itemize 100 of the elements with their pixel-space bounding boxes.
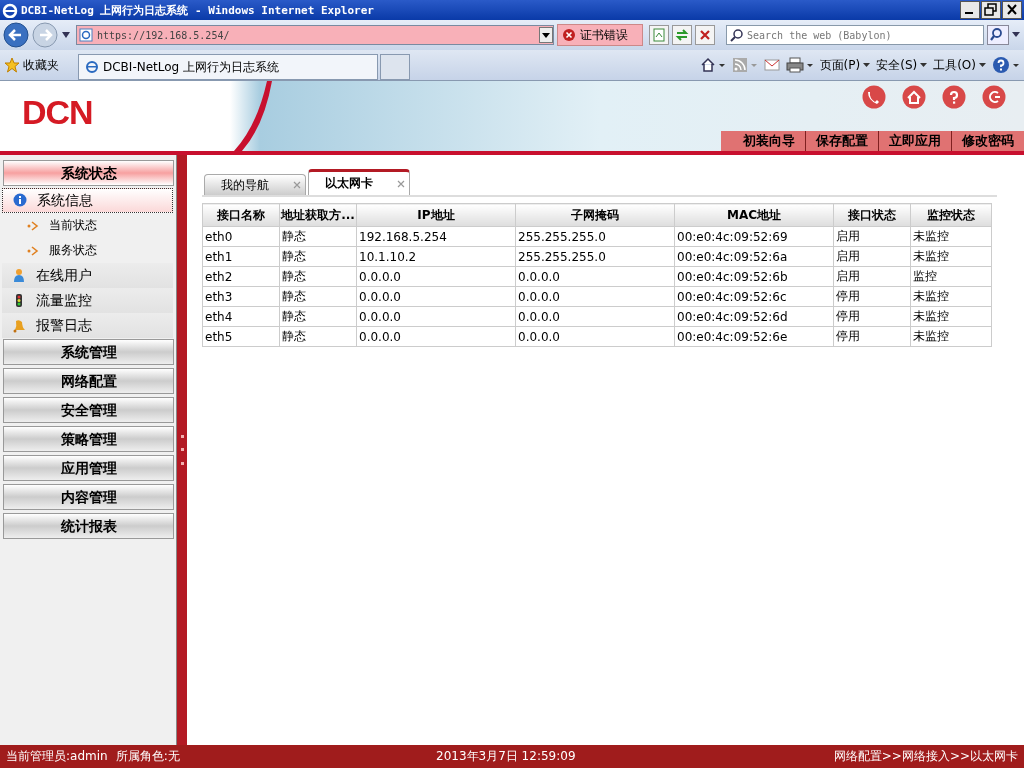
table-cell: 0.0.0.0 [515,266,675,287]
table-cell: 停用 [833,306,911,327]
column-header[interactable]: MAC地址 [674,203,834,227]
column-header[interactable]: 接口状态 [833,203,911,227]
grip-icon[interactable] [180,435,184,465]
certificate-error-button[interactable]: 证书错误 [557,24,643,46]
caret-icon[interactable] [1012,32,1020,38]
stop-icon[interactable] [695,25,715,45]
arrow-icon [27,245,39,256]
table-cell: 停用 [833,326,911,347]
table-cell: eth1 [202,246,280,267]
table-cell: 00:e0:4c:09:52:6d [674,306,834,327]
sidebar-group-button[interactable]: 应用管理 [3,455,174,481]
window-title: DCBI-NetLog 上网行为日志系统 - Windows Internet Explorer [21,2,375,18]
print-icon[interactable] [785,57,814,73]
caret-icon [920,62,928,68]
logout-icon[interactable] [982,85,1006,109]
status-text: 2013年3月7日 12:59:09 [436,748,577,765]
search-icon[interactable] [987,25,1009,45]
sidebar-subitem[interactable]: 服务状态 [2,238,174,263]
address-field[interactable]: https://192.168.5.254/ [76,25,554,45]
table-cell: 停用 [833,286,911,307]
table-cell: 静态 [279,246,357,267]
sidebar-item[interactable]: 系统信息 [2,188,173,213]
caret-icon [863,62,871,68]
column-header[interactable]: 监控状态 [910,203,992,227]
sidebar-subitem[interactable]: 当前状态 [2,213,174,238]
table-cell: 静态 [279,286,357,307]
browser-tab[interactable]: DCBI-NetLog 上网行为日志系统 [78,54,378,80]
table-cell: 启用 [833,246,911,267]
table-cell: eth2 [202,266,280,287]
sidebar-group-button[interactable]: 内容管理 [3,484,174,510]
table-cell: 00:e0:4c:09:52:6a [674,246,834,267]
caret-icon[interactable] [61,31,71,39]
table-cell: 10.1.10.2 [356,246,516,267]
header-link[interactable]: 初装向导 [733,131,805,151]
menu-button[interactable]: 页面(P) [819,56,871,74]
compatibility-icon[interactable] [649,25,669,45]
table-cell: 未监控 [910,286,992,307]
sidebar-item[interactable]: 流量监控 [2,288,173,313]
table-cell: 0.0.0.0 [356,326,516,347]
logo: DCN [22,93,94,132]
feed-icon[interactable] [731,57,758,73]
favorites-button[interactable]: 收藏夹 [4,56,72,74]
table-cell: 监控 [910,266,992,287]
back-icon[interactable] [3,22,29,48]
sidebar-item[interactable]: 在线用户 [2,263,173,288]
menu-button[interactable]: 安全(S) [876,56,928,74]
user-icon [12,268,26,283]
page-icon [85,60,99,74]
table-cell: 启用 [833,266,911,287]
help-icon[interactable] [942,85,966,109]
sidebar-group-button[interactable]: 网络配置 [3,368,174,394]
search-field[interactable]: Search the web (Babylon) [726,25,984,45]
table-cell: 未监控 [910,326,992,347]
star-icon [4,57,20,73]
home-icon[interactable] [699,57,726,73]
table-cell: 未监控 [910,306,992,327]
column-header[interactable]: 接口名称 [202,203,280,227]
column-header[interactable]: 地址获取方... [279,203,357,227]
restore-icon[interactable] [981,1,1001,19]
sidebar-group-button[interactable]: 统计报表 [3,513,174,539]
table-cell: 0.0.0.0 [515,306,675,327]
table-cell: eth0 [202,226,280,247]
help-icon[interactable] [992,56,1020,74]
table-cell: 0.0.0.0 [356,286,516,307]
new-tab-button[interactable] [380,54,410,80]
close-icon[interactable] [1002,1,1022,19]
table-cell: 0.0.0.0 [515,326,675,347]
refresh-icon[interactable] [672,25,692,45]
status-text: 所属角色:无 [115,748,180,765]
sidebar-item[interactable]: 报警日志 [2,313,173,338]
tab[interactable]: 我的导航 [204,174,306,195]
column-header[interactable]: IP地址 [356,203,516,227]
phone-icon[interactable] [862,85,886,109]
table-cell: 静态 [279,326,357,347]
table-cell: eth5 [202,326,280,347]
tab[interactable]: 以太网卡 [308,169,410,195]
menu-button[interactable]: 工具(O) [933,56,986,74]
minimize-icon[interactable] [960,1,980,19]
table-cell: 255.255.255.0 [515,246,675,267]
table-cell: 0.0.0.0 [356,306,516,327]
sidebar-group-button[interactable]: 策略管理 [3,426,174,452]
table-cell: 启用 [833,226,911,247]
table-cell: eth4 [202,306,280,327]
breadcrumb: 网络配置>>网络接入>>以太网卡 [833,748,1018,765]
table-cell: 00:e0:4c:09:52:6b [674,266,834,287]
table-cell: 静态 [279,306,357,327]
table-cell: 255.255.255.0 [515,226,675,247]
shield-icon [562,28,576,42]
table-cell: 0.0.0.0 [515,286,675,307]
sidebar-group-button[interactable]: 安全管理 [3,397,174,423]
table-cell: 00:e0:4c:09:52:6e [674,326,834,347]
sidebar-group-button[interactable]: 系统管理 [3,339,174,365]
sidebar-group-button[interactable]: 系统状态 [3,160,174,186]
mail-icon[interactable] [763,57,780,73]
column-header[interactable]: 子网掩码 [515,203,675,227]
table-cell: 192.168.5.254 [356,226,516,247]
caret-icon[interactable] [539,27,553,43]
status-text: 当前管理员:admin [6,748,108,765]
